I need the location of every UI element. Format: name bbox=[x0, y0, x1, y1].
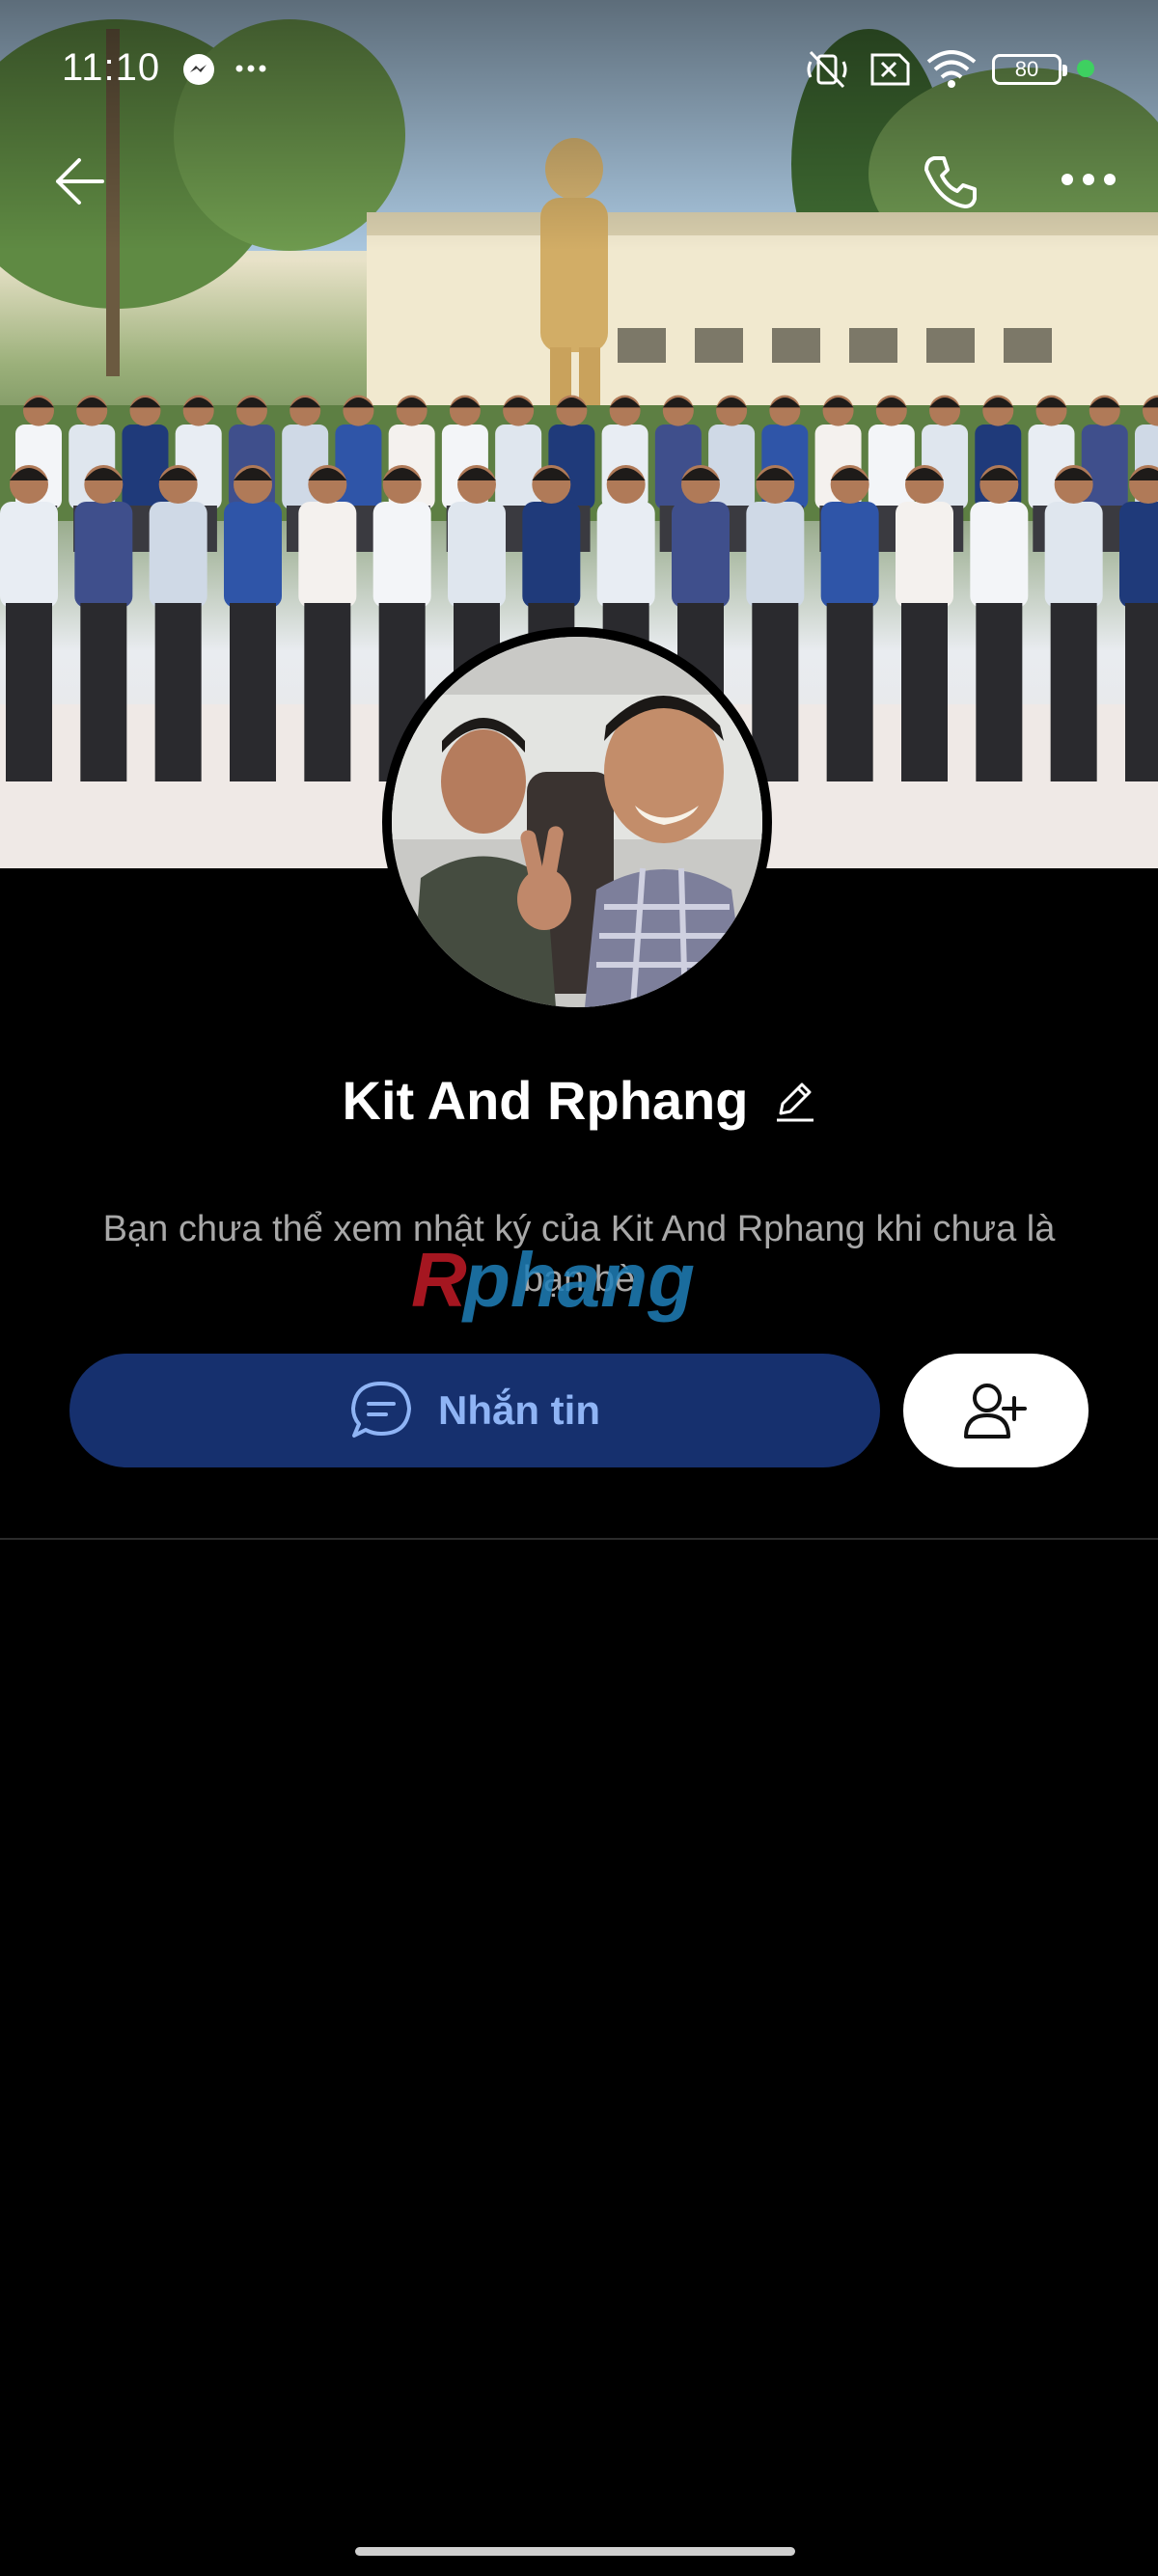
add-friend-button[interactable] bbox=[903, 1354, 1089, 1467]
chat-bubble-icon bbox=[351, 1382, 411, 1438]
section-divider bbox=[0, 1538, 1158, 1540]
rphang-watermark-logo: R phang bbox=[411, 1237, 695, 1323]
battery-level: 80 bbox=[1014, 57, 1039, 81]
message-button[interactable]: Nhắn tin bbox=[69, 1354, 880, 1467]
mute-icon bbox=[807, 50, 847, 89]
avatar-photo bbox=[392, 637, 762, 1007]
profile-name-row: Kit And Rphang bbox=[0, 1061, 1158, 1138]
wifi-icon bbox=[926, 50, 977, 88]
home-indicator[interactable] bbox=[355, 2547, 795, 2556]
battery-icon: 80 bbox=[992, 54, 1067, 85]
sim-off-icon bbox=[870, 53, 910, 86]
more-notifications-icon bbox=[235, 65, 266, 72]
more-options-icon[interactable] bbox=[1060, 172, 1117, 187]
avatar[interactable] bbox=[382, 627, 772, 1017]
edit-pencil-icon[interactable] bbox=[773, 1077, 815, 1123]
messenger-icon bbox=[183, 54, 214, 85]
svg-text:R: R bbox=[411, 1237, 467, 1323]
profile-name: Kit And Rphang bbox=[342, 1069, 749, 1131]
status-dot bbox=[1077, 60, 1094, 77]
avatar-illustration bbox=[392, 637, 762, 1007]
status-time: 11:10 bbox=[62, 46, 161, 89]
phone-icon[interactable] bbox=[921, 152, 979, 210]
message-button-label: Nhắn tin bbox=[438, 1387, 600, 1433]
add-friend-icon bbox=[964, 1384, 1027, 1439]
status-bar: 11:10 80 bbox=[0, 0, 1158, 135]
back-arrow-icon[interactable] bbox=[52, 154, 106, 208]
svg-text:phang: phang bbox=[461, 1237, 695, 1323]
